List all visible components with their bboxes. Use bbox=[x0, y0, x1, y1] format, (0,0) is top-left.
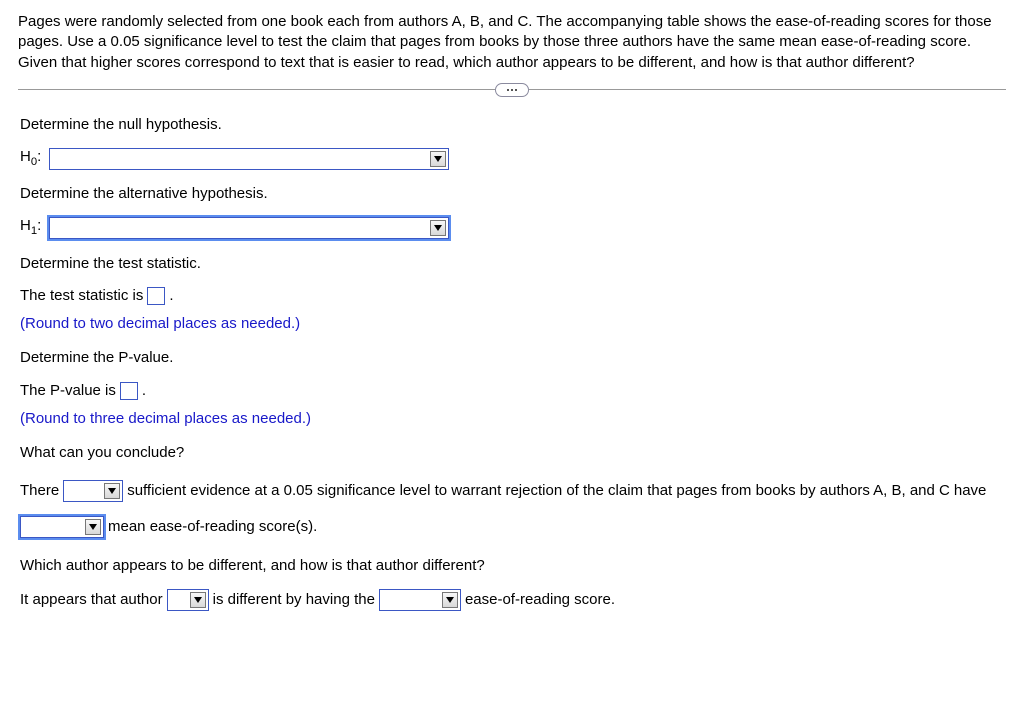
p-value-input[interactable] bbox=[120, 382, 138, 400]
prompt-alt-hypothesis: Determine the alternative hypothesis. bbox=[20, 184, 1006, 204]
author-dropdown[interactable] bbox=[167, 589, 209, 611]
prompt-null-hypothesis: Determine the null hypothesis. bbox=[20, 115, 1006, 135]
pv-text-post: . bbox=[142, 381, 146, 401]
prompt-p-value: Determine the P-value. bbox=[20, 348, 1006, 368]
conclusion-dropdown-1[interactable] bbox=[63, 480, 123, 502]
conc-text-3: have bbox=[954, 475, 987, 507]
section-divider bbox=[18, 83, 1006, 97]
which-text-2: is different by having the bbox=[213, 590, 375, 610]
chevron-down-icon bbox=[85, 519, 101, 535]
prompt-conclusion: What can you conclude? bbox=[20, 443, 1006, 463]
chevron-down-icon bbox=[442, 592, 458, 608]
chevron-down-icon bbox=[104, 483, 120, 499]
conc-text-4: mean ease-of-reading score(s). bbox=[108, 511, 317, 543]
ts-text-post: . bbox=[169, 286, 173, 306]
level-dropdown[interactable] bbox=[379, 589, 461, 611]
prompt-which-author: Which author appears to be different, an… bbox=[20, 556, 1006, 576]
which-text-3: ease-of-reading score. bbox=[465, 590, 615, 610]
chevron-down-icon bbox=[430, 151, 446, 167]
conc-text-1: There bbox=[20, 475, 59, 507]
prompt-test-statistic: Determine the test statistic. bbox=[20, 254, 1006, 274]
chevron-down-icon bbox=[430, 220, 446, 236]
h1-label: H1: bbox=[20, 216, 41, 239]
h1-dropdown[interactable] bbox=[49, 217, 449, 239]
which-text-1: It appears that author bbox=[20, 590, 163, 610]
question-intro: Pages were randomly selected from one bo… bbox=[18, 12, 1006, 73]
h0-dropdown[interactable] bbox=[49, 148, 449, 170]
ts-text-pre: The test statistic is bbox=[20, 286, 143, 306]
conc-text-2: sufficient evidence at a 0.05 significan… bbox=[127, 475, 950, 507]
expand-pill[interactable] bbox=[495, 83, 529, 97]
pv-text-pre: The P-value is bbox=[20, 381, 116, 401]
ts-rounding-hint: (Round to two decimal places as needed.) bbox=[20, 314, 1006, 334]
conclusion-dropdown-2[interactable] bbox=[20, 516, 104, 538]
test-statistic-input[interactable] bbox=[147, 287, 165, 305]
h0-label: H0: bbox=[20, 147, 41, 170]
pv-rounding-hint: (Round to three decimal places as needed… bbox=[20, 409, 1006, 429]
chevron-down-icon bbox=[190, 592, 206, 608]
